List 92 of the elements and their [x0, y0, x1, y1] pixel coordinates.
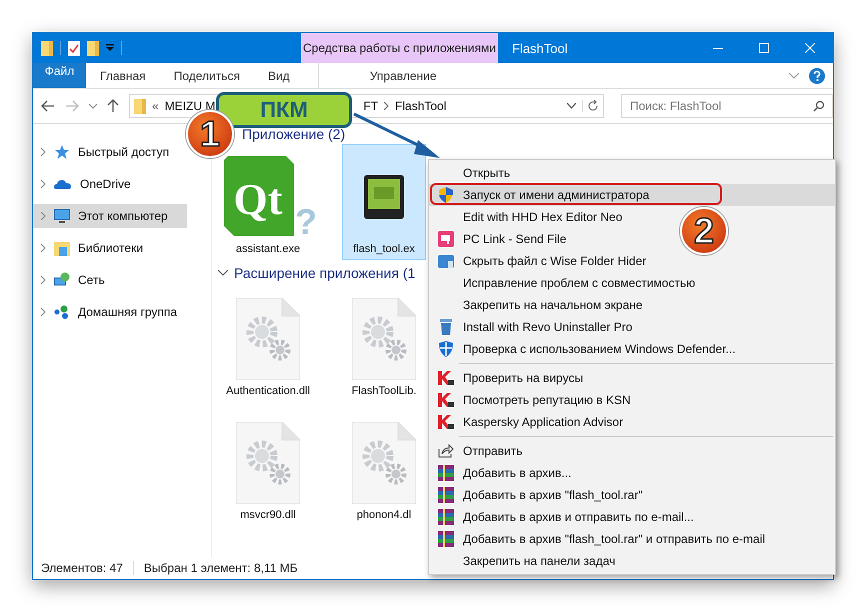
gear-file-icon [236, 298, 300, 380]
sidebar-item[interactable]: OneDrive [33, 172, 187, 196]
sidebar-item[interactable]: Сеть [33, 268, 187, 292]
refresh-icon[interactable] [582, 100, 599, 112]
contextual-tab-header: Средства работы с приложениями [301, 33, 498, 63]
pc-link-icon [438, 231, 454, 247]
gear-file-icon [352, 298, 416, 380]
file-tab[interactable]: Файл [33, 63, 86, 88]
expand-chevron-icon[interactable] [41, 148, 46, 156]
expand-chevron-icon[interactable] [41, 244, 46, 252]
books-stack-icon [438, 531, 454, 547]
sidebar-item[interactable]: Этот компьютер [33, 204, 187, 228]
group-header[interactable]: Расширение приложения (1 [234, 265, 416, 281]
shield-icon [439, 341, 453, 357]
k-logo-icon [438, 393, 454, 407]
books-stack-icon [438, 509, 454, 525]
overflow-chevron[interactable]: « [152, 99, 159, 113]
file-item[interactable]: flash_tool.ex [342, 144, 426, 260]
search-field[interactable]: Поиск: FlashTool [621, 94, 833, 118]
expand-ribbon-icon[interactable] [789, 72, 799, 78]
folder-lock-icon [438, 253, 454, 269]
menu-item[interactable]: Закрепить на панели задач [429, 550, 624, 572]
menu-item[interactable]: Kaspersky Application Advisor [429, 411, 632, 433]
menu-item[interactable]: Добавить в архив "flash_tool.rar" и отправить по e-mail [429, 528, 774, 550]
expand-chevron-icon[interactable] [41, 212, 46, 220]
menu-item[interactable]: Добавить в архив... [429, 462, 580, 484]
ribbon-tab[interactable]: Управление [318, 63, 488, 88]
ribbon-tab[interactable]: Вид [254, 63, 304, 88]
menu-item[interactable]: PC Link - Send File [429, 228, 574, 250]
file-item[interactable]: FlashToolLib. [342, 286, 426, 402]
item-count: Элементов: 47 [41, 561, 123, 575]
menu-item[interactable]: Отправить [429, 440, 531, 462]
dropdown-icon[interactable] [106, 44, 114, 52]
cloud-icon [54, 178, 72, 190]
breadcrumb[interactable]: FlashTool [395, 99, 446, 113]
expand-chevron-icon[interactable] [41, 308, 46, 316]
file-item[interactable]: msvcr90.dll [218, 410, 318, 526]
menu-item[interactable]: Посмотреть репутацию в KSN [429, 389, 639, 411]
selection-info: Выбран 1 элемент: 8,11 МБ [144, 561, 298, 575]
chevron-icon [384, 102, 390, 110]
monitor-icon [54, 209, 70, 223]
menu-item[interactable]: Скрыть файл с Wise Folder Hider [429, 250, 654, 272]
android-app-icon [364, 175, 404, 219]
share-icon [438, 444, 454, 458]
sidebar-item[interactable]: Библиотеки [33, 236, 187, 260]
maximize-icon [759, 43, 769, 53]
forward-arrow-icon[interactable] [65, 100, 79, 112]
network-icon [54, 272, 70, 288]
menu-item[interactable]: Исправление проблем с совместимостью [429, 272, 704, 294]
dropdown-caret-icon[interactable] [567, 103, 576, 109]
file-item[interactable]: Authentication.dll [218, 286, 318, 402]
help-icon[interactable] [809, 68, 825, 84]
k-logo-icon [438, 371, 454, 385]
window-title: FlashTool [512, 40, 568, 56]
menu-item[interactable]: Добавить в архив и отправить по e-mail... [429, 506, 702, 528]
close-icon [805, 43, 815, 53]
menu-item[interactable]: Проверить на вирусы [429, 367, 592, 389]
trash-can-icon [440, 319, 452, 335]
gear-file-icon [236, 422, 300, 504]
properties-icon[interactable] [68, 40, 80, 56]
callout-label: ПКМ [216, 92, 352, 128]
menu-item[interactable]: Install with Revo Uninstaller Pro [429, 316, 640, 338]
expand-chevron-icon[interactable] [41, 180, 46, 188]
homegroup-icon [54, 304, 70, 320]
star-icon [54, 144, 70, 160]
folder-icon [134, 98, 146, 114]
menu-item[interactable]: Добавить в архив "flash_tool.rar" [429, 484, 651, 506]
menu-item[interactable]: Открыть [429, 162, 518, 184]
file-item[interactable]: phonon4.dl [342, 410, 426, 526]
books-stack-icon [438, 465, 454, 481]
library-icon [54, 240, 70, 256]
recent-caret-icon[interactable] [89, 104, 97, 108]
menu-item[interactable]: Запуск от имени администратора [429, 184, 835, 206]
expand-chevron-icon[interactable] [41, 276, 46, 284]
group-header[interactable]: Приложение (2) [242, 126, 346, 142]
shield-icon [439, 187, 453, 203]
menu-item[interactable]: Закрепить на начальном экране [429, 294, 651, 316]
books-stack-icon [438, 487, 454, 503]
breadcrumb[interactable]: FT [363, 99, 378, 113]
folder-icon[interactable] [41, 40, 53, 56]
sidebar-item[interactable]: Быстрый доступ [33, 140, 187, 164]
sidebar-item[interactable]: Домашняя группа [33, 300, 187, 324]
collapse-chevron-icon[interactable] [218, 270, 228, 276]
ribbon-tab[interactable]: Поделиться [160, 63, 254, 88]
up-arrow-icon[interactable] [107, 99, 119, 113]
ribbon-tab[interactable]: Главная [86, 63, 160, 88]
gear-file-icon [352, 422, 416, 504]
back-arrow-icon[interactable] [41, 100, 55, 112]
menu-item[interactable]: Edit with HHD Hex Editor Neo [429, 206, 630, 228]
new-folder-icon[interactable] [87, 40, 99, 56]
menu-item[interactable]: Проверка с использованием Windows Defender... [429, 338, 744, 360]
k-logo-icon [438, 415, 454, 429]
